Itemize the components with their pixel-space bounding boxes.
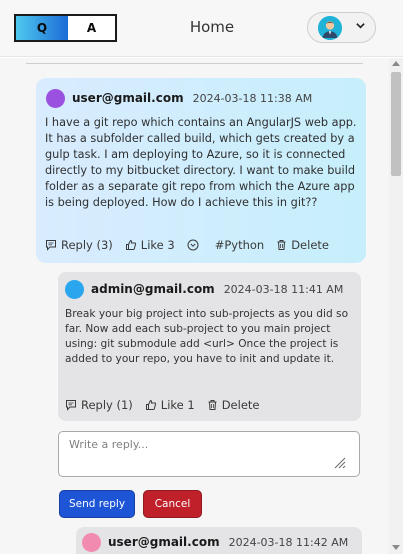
question-header: user@gmail.com 2024-03-18 11:38 AM: [46, 88, 312, 108]
thumbs-up-icon: [125, 239, 136, 250]
delete-label: Delete: [221, 398, 260, 412]
user-menu-button[interactable]: [307, 12, 376, 43]
avatar: [46, 88, 65, 108]
top-navbar: Q A Home: [0, 0, 403, 57]
question-text: I have a git repo which contains an Angu…: [45, 116, 357, 209]
scroll-up-arrow-icon[interactable]: [392, 61, 400, 66]
post-timestamp: 2024-03-18 11:38 AM: [192, 91, 313, 105]
user-avatar-icon: [318, 16, 342, 40]
answer-actions: Reply (1) Like 1 Delete: [65, 398, 272, 412]
delete-button[interactable]: Delete: [207, 398, 260, 412]
reply-button[interactable]: Reply (3): [45, 238, 113, 252]
divider: [26, 63, 363, 64]
page-title[interactable]: Home: [172, 18, 252, 36]
scrollbar-thumb[interactable]: [391, 72, 401, 176]
nested-reply-card: user@gmail.com 2024-03-18 11:42 AM: [76, 527, 362, 554]
question-actions: Reply (3) Like 3 #Python Delete: [45, 238, 341, 252]
scroll-down-arrow-icon[interactable]: [392, 545, 400, 550]
author-email: user@gmail.com: [72, 91, 184, 105]
trash-icon: [208, 400, 217, 410]
vertical-scrollbar[interactable]: [389, 58, 403, 554]
answer-text: Break your big project into sub-projects…: [65, 308, 349, 365]
chevron-down-icon: [355, 20, 366, 35]
qa-toggle[interactable]: Q A: [14, 14, 117, 42]
delete-label: Delete: [291, 238, 329, 252]
chevron-circle-down-icon: [187, 239, 199, 251]
delete-button[interactable]: Delete: [276, 238, 329, 252]
question-card: user@gmail.com 2024-03-18 11:38 AM I hav…: [36, 78, 366, 263]
like-label: Like 3: [140, 238, 175, 252]
toggle-a-option[interactable]: A: [68, 16, 115, 40]
answer-card: admin@gmail.com 2024-03-18 11:41 AM Brea…: [58, 272, 361, 421]
reply-input[interactable]: [58, 431, 360, 477]
avatar: [82, 532, 101, 552]
send-reply-button[interactable]: Send reply: [59, 490, 135, 518]
toggle-q-option[interactable]: Q: [16, 16, 68, 40]
post-timestamp: 2024-03-18 11:42 AM: [228, 535, 349, 549]
resize-handle-icon[interactable]: [332, 454, 346, 469]
reply-label: Reply (1): [81, 398, 133, 412]
author-email: admin@gmail.com: [91, 282, 215, 296]
avatar: [65, 279, 84, 299]
like-button[interactable]: Like 1: [145, 398, 195, 412]
reply-button[interactable]: Reply (1): [65, 398, 133, 412]
like-label: Like 1: [160, 398, 195, 412]
nested-reply-header: user@gmail.com 2024-03-18 11:42 AM: [82, 532, 348, 552]
answer-header: admin@gmail.com 2024-03-18 11:41 AM: [65, 279, 343, 299]
expand-toggle[interactable]: [187, 239, 203, 251]
author-email: user@gmail.com: [108, 535, 220, 549]
cancel-button[interactable]: Cancel: [143, 490, 202, 518]
trash-icon: [277, 240, 286, 250]
post-timestamp: 2024-03-18 11:41 AM: [223, 282, 344, 296]
comment-icon: [46, 240, 56, 251]
tag-label[interactable]: #Python: [215, 238, 265, 252]
reply-label: Reply (3): [61, 238, 113, 252]
comment-icon: [66, 400, 76, 411]
thumbs-up-icon: [145, 399, 156, 410]
like-button[interactable]: Like 3: [125, 238, 175, 252]
